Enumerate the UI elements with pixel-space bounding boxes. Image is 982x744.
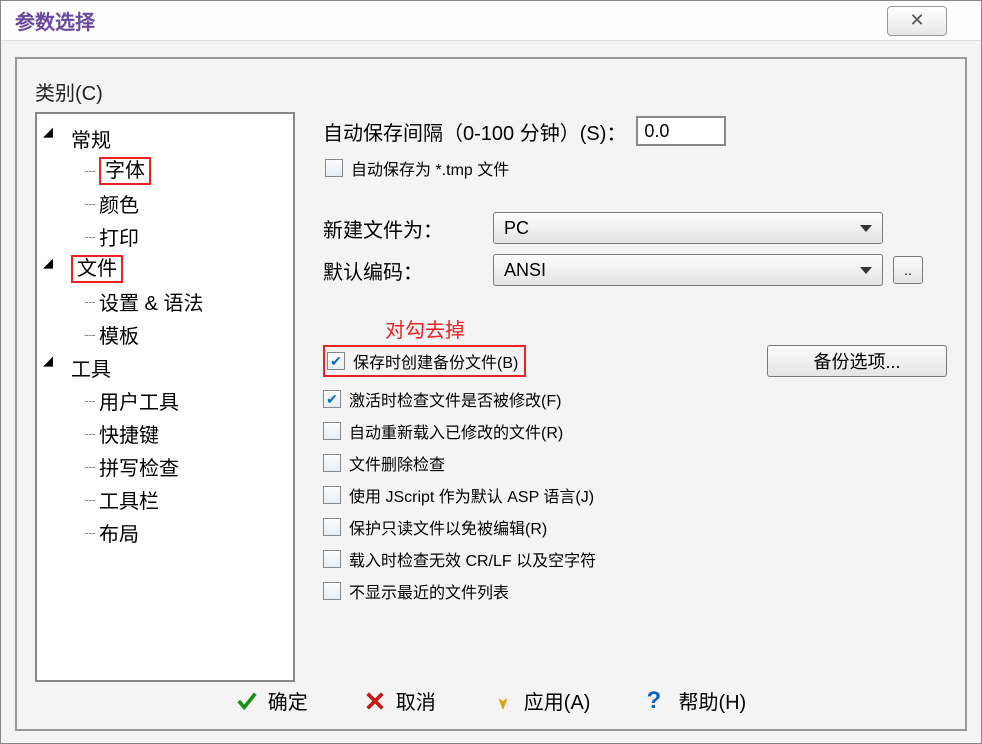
checkbox-no-recent[interactable]	[323, 582, 341, 600]
tree-node-template[interactable]: 模板	[43, 318, 287, 351]
autosave-input[interactable]	[636, 116, 726, 146]
ok-button[interactable]: 确定	[236, 686, 308, 715]
category-tree[interactable]: ◢ 常规 字体 颜色 打印 ◢ 文件 设置	[35, 112, 295, 682]
question-icon: ?	[646, 690, 668, 712]
newfile-label: 新建文件为：	[323, 214, 483, 243]
protect-readonly-label: 保护只读文件以免被编辑(R)	[349, 515, 547, 539]
highlight-backup-checkbox: ✔ 保存时创建备份文件(B)	[323, 345, 526, 377]
cancel-button[interactable]: 取消	[364, 686, 436, 715]
close-button[interactable]: ✕	[887, 6, 947, 36]
checkbox-create-backup[interactable]: ✔	[327, 352, 345, 370]
apply-button[interactable]: 应用(A)	[492, 686, 591, 715]
collapse-icon[interactable]: ◢	[43, 354, 58, 369]
jscript-label: 使用 JScript 作为默认 ASP 语言(J)	[349, 483, 594, 507]
tree-node-tool[interactable]: ◢ 工具	[43, 351, 287, 384]
dialog-footer: 确定 取消 应用(A) ? 帮助(H)	[17, 686, 965, 715]
checkbox-auto-reload[interactable]	[323, 422, 341, 440]
settings-panel: 自动保存间隔（0-100 分钟）(S)： 自动保存为 *.tmp 文件 新建文件…	[323, 112, 947, 682]
tree-node-usertools[interactable]: 用户工具	[43, 384, 287, 417]
autosave-tmp-label: 自动保存为 *.tmp 文件	[351, 156, 509, 180]
annotation-uncheck: 对勾去掉	[385, 314, 947, 343]
checkbox-jscript[interactable]	[323, 486, 341, 504]
chevron-down-icon	[860, 267, 872, 274]
tree-node-toolbar[interactable]: 工具栏	[43, 483, 287, 516]
tree-node-print[interactable]: 打印	[43, 220, 287, 253]
autosave-label: 自动保存间隔（0-100 分钟）(S)：	[323, 117, 626, 146]
check-active-label: 激活时检查文件是否被修改(F)	[349, 387, 561, 411]
chevron-down-icon	[860, 225, 872, 232]
x-icon	[364, 690, 386, 712]
backup-options-button[interactable]: 备份选项...	[767, 345, 947, 377]
titlebar: 参数选择 ✕	[1, 1, 981, 41]
preferences-dialog: 参数选择 ✕ 类别(C) ◢ 常规 字体 颜色	[0, 0, 982, 744]
tree-node-settings[interactable]: 设置 & 语法	[43, 285, 287, 318]
collapse-icon[interactable]: ◢	[43, 125, 58, 140]
category-label: 类别(C)	[35, 77, 947, 106]
checkbox-file-delete[interactable]	[323, 454, 341, 472]
highlight-file: 文件	[71, 255, 123, 283]
encoding-browse-button[interactable]: ..	[893, 256, 923, 284]
tree-node-spell[interactable]: 拼写检查	[43, 450, 287, 483]
auto-reload-label: 自动重新载入已修改的文件(R)	[349, 419, 563, 443]
no-recent-label: 不显示最近的文件列表	[349, 579, 509, 603]
tree-node-layout[interactable]: 布局	[43, 516, 287, 549]
tree-node-color[interactable]: 颜色	[43, 187, 287, 220]
check-crlf-label: 载入时检查无效 CR/LF 以及空字符	[349, 547, 596, 571]
newfile-combo[interactable]: PC	[493, 212, 883, 244]
highlight-font: 字体	[99, 157, 151, 185]
help-button[interactable]: ? 帮助(H)	[646, 686, 746, 715]
checkbox-check-active[interactable]: ✔	[323, 390, 341, 408]
create-backup-label: 保存时创建备份文件(B)	[353, 349, 518, 373]
encoding-label: 默认编码：	[323, 256, 483, 285]
client-area: 类别(C) ◢ 常规 字体 颜色 打印	[15, 57, 967, 731]
check-icon	[236, 690, 258, 712]
checkbox-protect-readonly[interactable]	[323, 518, 341, 536]
close-icon: ✕	[909, 10, 924, 31]
file-delete-label: 文件删除检查	[349, 451, 445, 475]
tree-node-font[interactable]: 字体	[43, 155, 287, 187]
checkbox-autosave-tmp[interactable]	[325, 159, 343, 177]
dialog-title: 参数选择	[15, 6, 95, 35]
apply-icon	[492, 690, 514, 712]
tree-node-file[interactable]: ◢ 文件	[43, 253, 287, 285]
collapse-icon[interactable]: ◢	[43, 256, 58, 271]
checkbox-check-crlf[interactable]	[323, 550, 341, 568]
encoding-combo[interactable]: ANSI	[493, 254, 883, 286]
tree-node-general[interactable]: ◢ 常规	[43, 122, 287, 155]
tree-node-hotkeys[interactable]: 快捷键	[43, 417, 287, 450]
